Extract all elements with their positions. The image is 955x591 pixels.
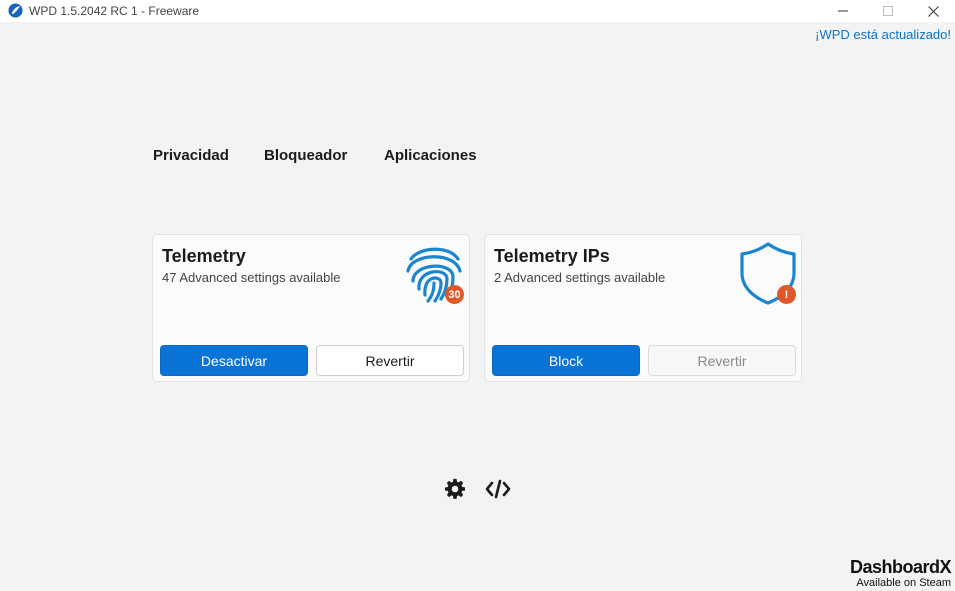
dashboardx-promo[interactable]: DashboardX Available on Steam <box>849 557 952 589</box>
minimize-icon <box>838 10 848 12</box>
app-logo-icon <box>8 3 23 18</box>
update-status-link[interactable]: ¡WPD está actualizado! <box>815 27 951 42</box>
minimize-button[interactable] <box>820 0 866 22</box>
maximize-icon <box>883 6 893 16</box>
desactivar-button[interactable]: Desactivar <box>160 345 308 376</box>
window-title: WPD 1.5.2042 RC 1 - Freeware <box>29 4 200 18</box>
brand-subtitle: Available on Steam <box>856 577 951 589</box>
card-title: Telemetry <box>162 246 246 266</box>
card-title: Telemetry IPs <box>494 246 610 266</box>
card-subtitle: 2 Advanced settings available <box>494 270 666 285</box>
block-button[interactable]: Block <box>492 345 640 376</box>
close-button[interactable] <box>910 0 955 22</box>
code-icon[interactable] <box>485 478 511 500</box>
tab-privacidad[interactable]: Privacidad <box>153 147 229 164</box>
brand-name: DashboardX <box>849 557 952 577</box>
close-icon <box>927 5 939 17</box>
revertir-button[interactable]: Revertir <box>316 345 464 376</box>
maximize-button[interactable] <box>865 0 911 22</box>
telemetry-card: Telemetry 47 Advanced settings available… <box>152 234 470 382</box>
tab-bloqueador[interactable]: Bloqueador <box>264 147 347 164</box>
title-bar: WPD 1.5.2042 RC 1 - Freeware <box>0 0 955 22</box>
card-subtitle: 47 Advanced settings available <box>162 270 341 285</box>
telemetry-ips-card: Telemetry IPs 2 Advanced settings availa… <box>484 234 802 382</box>
notification-badge: 30 <box>445 285 464 304</box>
warning-badge: ! <box>777 285 796 304</box>
tab-aplicaciones[interactable]: Aplicaciones <box>384 147 477 164</box>
revertir-button-disabled: Revertir <box>648 345 796 376</box>
gear-icon[interactable] <box>444 478 466 500</box>
